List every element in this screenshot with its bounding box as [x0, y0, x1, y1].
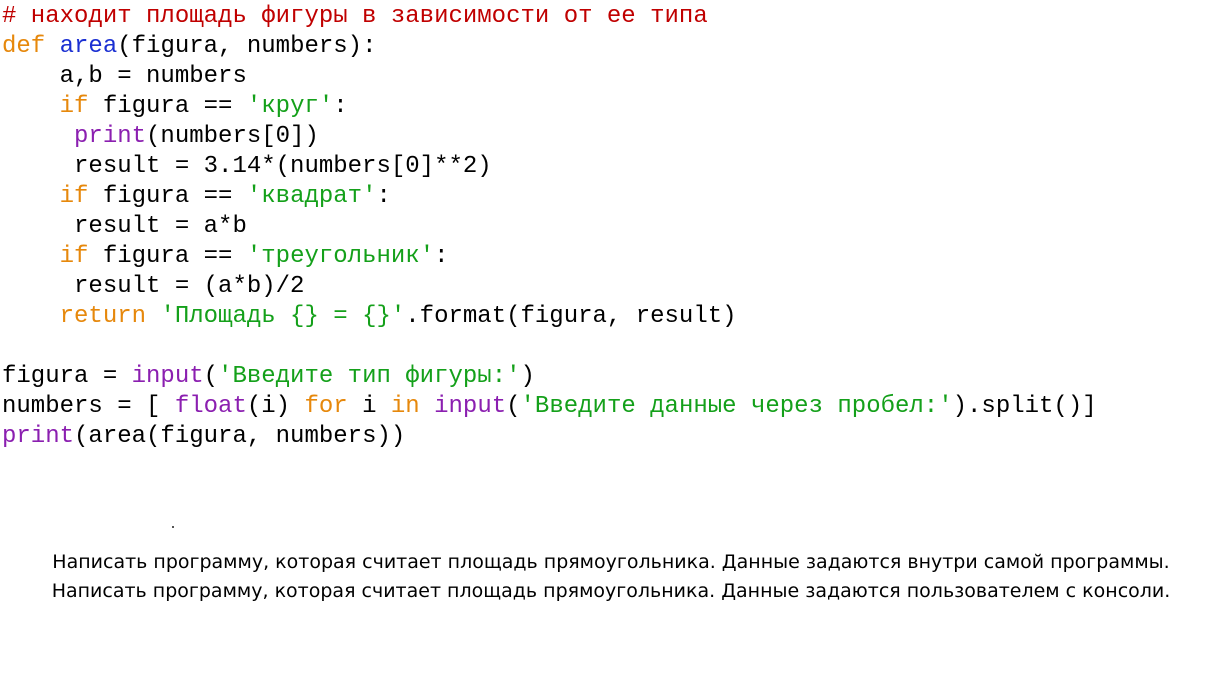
code-token-plain: i — [347, 393, 391, 420]
code-token-keyword: return — [59, 303, 147, 330]
code-token-keyword: in — [390, 393, 420, 420]
code-token-string: 'квадрат' — [246, 183, 377, 210]
task-list: Написать программу, которая считает площ… — [0, 548, 1222, 606]
code-token-plain: result = a*b — [2, 213, 247, 240]
code-token-plain: numbers = [ — [2, 393, 175, 420]
code-token-plain: result = 3.14*(numbers[0]**2) — [2, 153, 492, 180]
code-token-plain: result = (a*b)/2 — [2, 273, 305, 300]
code-token-plain: (i) — [246, 393, 305, 420]
code-line: numbers = [ float(i) for i in input('Вве… — [2, 392, 1097, 422]
code-line: def area(figura, numbers): — [2, 32, 1097, 62]
code-line: if figura == 'треугольник': — [2, 242, 1097, 272]
code-token-plain: figura = — [2, 363, 132, 390]
code-token-plain: (figura, numbers): — [117, 33, 377, 60]
code-line: if figura == 'квадрат': — [2, 182, 1097, 212]
code-token-plain: a,b = numbers — [2, 63, 247, 90]
code-line: a,b = numbers — [2, 62, 1097, 92]
code-token-keyword: if — [59, 243, 89, 270]
task-2: Написать программу, которая считает площ… — [51, 580, 1171, 602]
code-token-plain: ).split()] — [952, 393, 1097, 420]
code-line: figura = input('Введите тип фигуры:') — [2, 362, 1097, 392]
code-line: if figura == 'круг': — [2, 92, 1097, 122]
code-token-string: 'Введите тип фигуры:' — [218, 363, 521, 390]
code-token-plain: ( — [203, 363, 219, 390]
code-line: result = (a*b)/2 — [2, 272, 1097, 302]
code-token-string: 'Введите данные через пробел:' — [520, 393, 953, 420]
code-token-string: 'Площадь {} = {}' — [160, 303, 406, 330]
code-line: print(numbers[0]) — [2, 122, 1097, 152]
code-line: return 'Площадь {} = {}'.format(figura, … — [2, 302, 1097, 332]
code-token-keyword: if — [59, 93, 89, 120]
code-token-builtin: print — [2, 423, 75, 450]
code-token-builtin: print — [74, 123, 147, 150]
code-token-string: 'круг' — [246, 93, 334, 120]
code-token-plain: (area(figura, numbers)) — [74, 423, 406, 450]
code-token-builtin: float — [174, 393, 247, 420]
code-line: result = a*b — [2, 212, 1097, 242]
code-line: result = 3.14*(numbers[0]**2) — [2, 152, 1097, 182]
code-token-plain: : — [434, 243, 449, 270]
code-token-comment: # находит площадь фигуры в зависимости о… — [2, 3, 708, 30]
code-token-plain: ( — [506, 393, 521, 420]
code-token-keyword: def — [2, 33, 46, 60]
code-token-plain: : — [376, 183, 391, 210]
code-token-plain: ) — [520, 363, 535, 390]
code-token-plain: figura == — [88, 93, 247, 120]
code-token-string: 'треугольник' — [246, 243, 435, 270]
stray-dot — [172, 526, 174, 528]
code-line: # находит площадь фигуры в зависимости о… — [2, 2, 1097, 32]
code-line: print(area(figura, numbers)) — [2, 422, 1097, 452]
code-listing: # находит площадь фигуры в зависимости о… — [2, 2, 1097, 452]
code-token-func: area — [59, 33, 118, 60]
code-token-plain: figura == — [88, 183, 247, 210]
code-token-builtin: input — [131, 363, 204, 390]
code-token-builtin: input — [434, 393, 507, 420]
code-token-keyword: if — [59, 183, 89, 210]
code-token-plain: figura == — [88, 243, 247, 270]
code-token-plain: : — [333, 93, 348, 120]
code-token-plain: .format(figura, result) — [405, 303, 737, 330]
code-token-keyword: for — [304, 393, 348, 420]
task-1: Написать программу, которая считает площ… — [52, 551, 1170, 573]
code-token-plain: (numbers[0]) — [146, 123, 319, 150]
